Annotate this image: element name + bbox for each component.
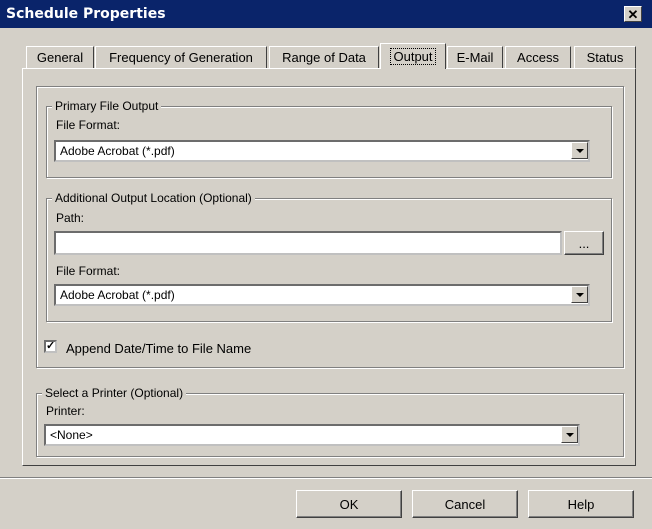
- additional-file-format-value: Adobe Acrobat (*.pdf): [60, 288, 175, 302]
- primary-file-format-dropdown-button[interactable]: [571, 142, 588, 159]
- ok-label: OK: [339, 496, 359, 512]
- tab-label: General: [36, 50, 84, 65]
- window-title: Schedule Properties: [6, 6, 166, 22]
- help-button[interactable]: Help: [528, 490, 634, 518]
- tab-status[interactable]: Status: [574, 46, 636, 68]
- printer-select[interactable]: <None>: [44, 424, 580, 446]
- printer-label: Printer:: [46, 404, 85, 418]
- title-bar: Schedule Properties ✕: [0, 0, 652, 28]
- primary-file-format-select[interactable]: Adobe Acrobat (*.pdf): [54, 140, 590, 162]
- additional-file-format-label: File Format:: [56, 264, 121, 278]
- printer-value: <None>: [50, 428, 93, 442]
- check-icon: ✓: [46, 340, 56, 352]
- tab-range-of-data[interactable]: Range of Data: [269, 46, 379, 68]
- primary-file-format-label: File Format:: [56, 118, 121, 132]
- primary-file-output-legend: Primary File Output: [52, 99, 162, 113]
- additional-output-location-legend: Additional Output Location (Optional): [52, 191, 255, 205]
- primary-file-format-value: Adobe Acrobat (*.pdf): [60, 144, 175, 158]
- browse-label: ...: [578, 235, 590, 251]
- tab-output[interactable]: Output: [380, 43, 446, 69]
- footer-separator: [0, 477, 652, 479]
- tab-access[interactable]: Access: [505, 46, 571, 68]
- tab-general[interactable]: General: [26, 46, 94, 68]
- browse-path-button[interactable]: ...: [564, 231, 604, 255]
- tab-label: Access: [517, 50, 559, 65]
- printer-legend: Select a Printer (Optional): [42, 386, 187, 400]
- printer-dropdown-button[interactable]: [561, 426, 578, 443]
- cancel-label: Cancel: [444, 496, 486, 512]
- close-button[interactable]: ✕: [624, 6, 642, 22]
- tab-label: Frequency of Generation: [109, 50, 253, 65]
- additional-file-format-select[interactable]: Adobe Acrobat (*.pdf): [54, 284, 590, 306]
- chevron-down-icon: [575, 292, 584, 297]
- tab-label: Output: [390, 48, 436, 65]
- chevron-down-icon: [575, 148, 584, 153]
- append-datetime-checkbox[interactable]: ✓: [44, 340, 57, 353]
- tab-label: E-Mail: [456, 50, 494, 65]
- ok-button[interactable]: OK: [296, 490, 402, 518]
- append-datetime-label: Append Date/Time to File Name: [66, 341, 252, 356]
- tab-frequency-of-generation[interactable]: Frequency of Generation: [95, 46, 267, 68]
- path-input[interactable]: [54, 231, 562, 255]
- chevron-down-icon: [565, 432, 574, 437]
- help-label: Help: [567, 496, 595, 512]
- additional-file-format-dropdown-button[interactable]: [571, 286, 588, 303]
- path-label: Path:: [56, 211, 85, 225]
- tab-label: Range of Data: [282, 50, 366, 65]
- tab-e-mail[interactable]: E-Mail: [447, 46, 503, 68]
- close-icon: ✕: [627, 6, 639, 22]
- cancel-button[interactable]: Cancel: [412, 490, 518, 518]
- tab-label: Status: [586, 50, 624, 65]
